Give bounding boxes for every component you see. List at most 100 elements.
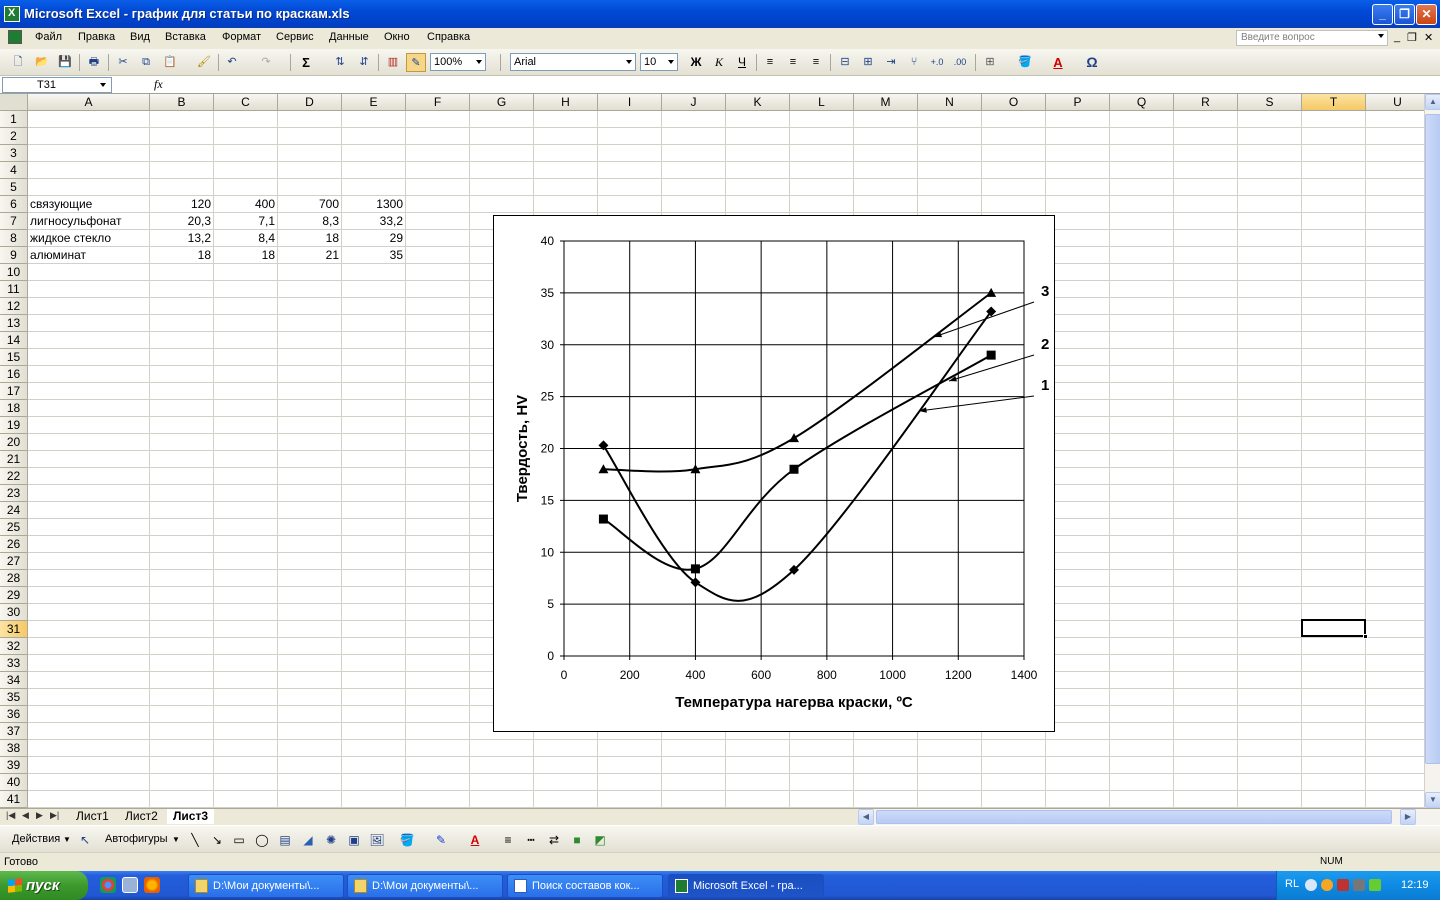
align-center-icon[interactable]: ≡ [783,53,803,72]
doc-restore-button[interactable]: ❐ [1407,31,1417,44]
format-painter-icon[interactable]: 🖌 [194,53,214,72]
select-objects-icon[interactable]: ↖ [76,831,94,849]
column-header-O[interactable]: O [982,94,1046,111]
last-sheet-icon[interactable]: ▶| [50,810,59,821]
next-sheet-icon[interactable]: ▶ [36,810,43,821]
doc-close-button[interactable]: ✕ [1424,31,1433,44]
actions-menu[interactable]: Действия [12,833,60,845]
row-header-26[interactable]: 26 [0,536,28,553]
cell-C6[interactable]: 400 [214,196,278,213]
chevron-down-icon[interactable]: ▼ [172,835,180,844]
align-right-icon[interactable]: ≡ [806,53,826,72]
comma-style-icon[interactable]: ⑂ [904,53,924,72]
cell-B7[interactable]: 20,3 [150,213,214,230]
tray-security-icon[interactable] [1337,879,1349,891]
row-header-32[interactable]: 32 [0,638,28,655]
row-header-4[interactable]: 4 [0,162,28,179]
row-header-41[interactable]: 41 [0,791,28,808]
worksheet-grid[interactable]: ABCDEFGHIJKLMNOPQRSTU 1 2 3 4 5 6 7 8 9 10 11 12 13 1… [0,94,1424,808]
select-all-corner[interactable] [0,94,28,111]
menu-file[interactable]: Файл [35,31,62,43]
column-header-P[interactable]: P [1046,94,1110,111]
cell-C8[interactable]: 8,4 [214,230,278,247]
show-desktop-icon[interactable] [122,877,138,893]
drawing-toggle-icon[interactable]: ✎ [406,53,426,72]
cell-D8[interactable]: 18 [278,230,342,247]
row-header-38[interactable]: 38 [0,740,28,757]
insert-function-icon[interactable]: fx [154,77,163,92]
firefox-icon[interactable] [144,877,160,893]
tab-sheet3[interactable]: Лист3 [167,809,215,824]
cell-A6[interactable]: связующие [28,196,150,213]
tray-network-icon[interactable] [1353,879,1365,891]
language-indicator[interactable]: RL [1285,878,1299,890]
column-header-T[interactable]: T [1302,94,1366,111]
rectangle-tool-icon[interactable]: ▭ [230,831,248,849]
row-header-5[interactable]: 5 [0,179,28,196]
cell-D7[interactable]: 8,3 [278,213,342,230]
autoshapes-menu[interactable]: Автофигуры [105,833,168,845]
row-header-37[interactable]: 37 [0,723,28,740]
name-box[interactable]: T31 [2,77,112,93]
currency-format-icon[interactable]: ⊞ [858,53,878,72]
scroll-left-button[interactable]: ◀ [858,809,874,825]
help-question-input[interactable]: Введите вопрос [1236,30,1388,46]
row-header-29[interactable]: 29 [0,587,28,604]
row-header-19[interactable]: 19 [0,417,28,434]
row-header-30[interactable]: 30 [0,604,28,621]
row-header-1[interactable]: 1 [0,111,28,128]
column-header-G[interactable]: G [470,94,534,111]
column-header-R[interactable]: R [1174,94,1238,111]
row-header-7[interactable]: 7 [0,213,28,230]
undo-icon[interactable]: ↶ [222,53,242,72]
row-header-36[interactable]: 36 [0,706,28,723]
row-header-21[interactable]: 21 [0,451,28,468]
row-header-17[interactable]: 17 [0,383,28,400]
column-header-Q[interactable]: Q [1110,94,1174,111]
tray-back-icon[interactable] [1305,879,1317,891]
chart-wizard-icon[interactable]: ▥ [383,53,403,72]
chevron-down-icon[interactable] [1378,34,1384,38]
menu-format[interactable]: Формат [222,31,261,43]
row-header-22[interactable]: 22 [0,468,28,485]
task-excel[interactable]: Microsoft Excel - гра... [668,874,824,898]
clipart-tool-icon[interactable]: ▣ [345,831,363,849]
row-header-13[interactable]: 13 [0,315,28,332]
cell-C9[interactable]: 18 [214,247,278,264]
column-header-S[interactable]: S [1238,94,1302,111]
column-header-K[interactable]: K [726,94,790,111]
wordart-tool-icon[interactable]: ◢ [299,831,317,849]
scroll-up-button[interactable]: ▲ [1425,94,1440,110]
tray-update-icon[interactable] [1369,879,1381,891]
font-color-icon[interactable]: A [466,831,484,849]
redo-icon[interactable]: ↷ [256,53,276,72]
line-style-icon[interactable]: ≡ [499,831,517,849]
cell-A9[interactable]: алюминат [28,247,150,264]
row-header-31[interactable]: 31 [0,621,28,638]
column-header-A[interactable]: A [28,94,150,111]
prev-sheet-icon[interactable]: ◀ [22,810,29,821]
cell-E6[interactable]: 1300 [342,196,406,213]
font-color-icon[interactable]: A [1048,53,1068,72]
fill-color-icon[interactable]: 🪣 [1015,53,1035,72]
column-header-F[interactable]: F [406,94,470,111]
cell-A8[interactable]: жидкое стекло [28,230,150,247]
row-header-9[interactable]: 9 [0,247,28,264]
open-folder-icon[interactable]: 📂 [32,53,52,72]
row-header-40[interactable]: 40 [0,774,28,791]
align-left-icon[interactable]: ≡ [760,53,780,72]
print-icon[interactable]: 🖶 [84,53,104,72]
row-header-25[interactable]: 25 [0,519,28,536]
column-header-H[interactable]: H [534,94,598,111]
task-explorer-1[interactable]: D:\Мои документы\... [188,874,344,898]
chevron-down-icon[interactable]: ▼ [63,835,71,844]
decrease-decimal-icon[interactable]: .00 [950,53,970,72]
column-header-D[interactable]: D [278,94,342,111]
menu-insert[interactable]: Вставка [165,31,206,43]
doc-minimize-button[interactable]: _ [1394,31,1400,43]
row-header-15[interactable]: 15 [0,349,28,366]
row-header-27[interactable]: 27 [0,553,28,570]
line-color-icon[interactable]: ✎ [432,831,450,849]
font-name-select[interactable]: Arial [510,53,636,71]
row-header-35[interactable]: 35 [0,689,28,706]
